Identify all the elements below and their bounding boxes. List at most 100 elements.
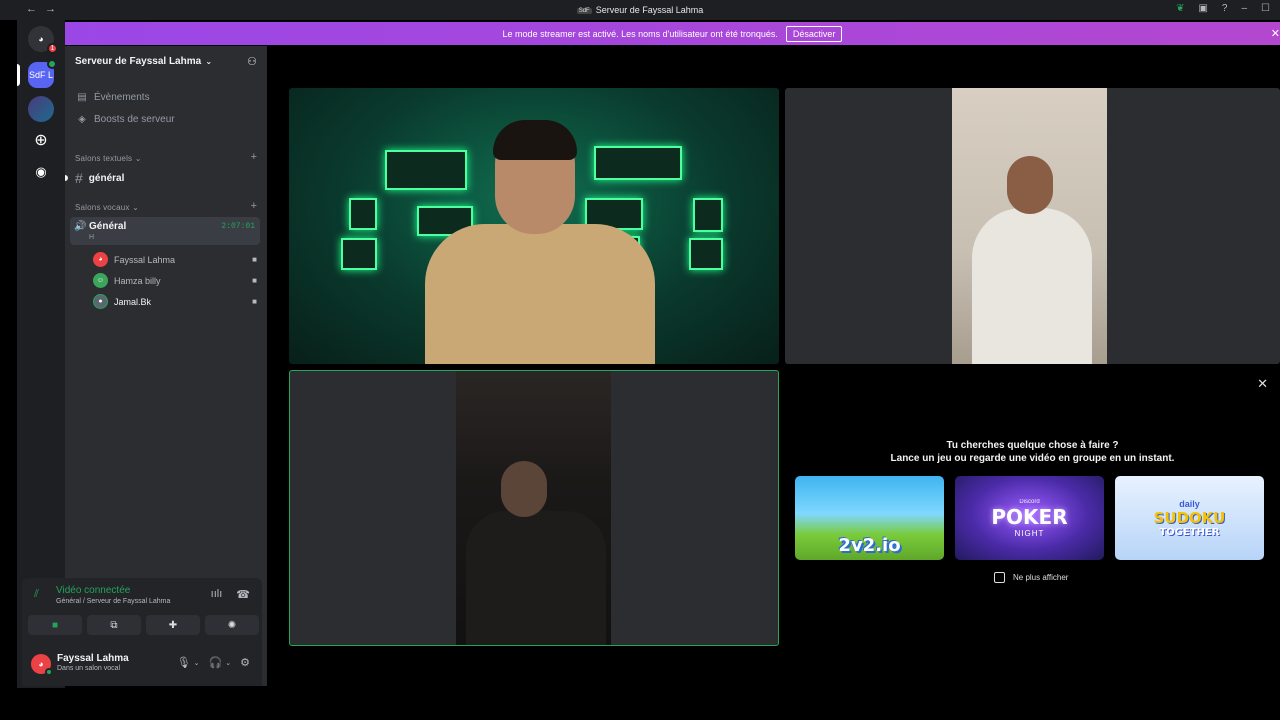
- screen-share-button[interactable]: ⧉: [87, 615, 141, 635]
- close-icon[interactable]: ✕: [1257, 376, 1268, 392]
- voice-member[interactable]: ● Jamal.Bk ■: [93, 294, 257, 309]
- leaf-icon[interactable]: ❦: [1176, 3, 1184, 14]
- disable-streamer-button[interactable]: Désactiver: [785, 25, 843, 42]
- events-label: Évènements: [94, 92, 150, 103]
- voice-member[interactable]: ◕ Fayssal Lahma ■: [93, 252, 257, 267]
- participant-body: [425, 224, 655, 364]
- noise-suppression-icon[interactable]: ıılı: [211, 588, 223, 601]
- dont-show-again[interactable]: Ne plus afficher: [994, 572, 1068, 583]
- text-channels-category[interactable]: Salons textuels ⌄: [75, 154, 142, 163]
- add-server-icon[interactable]: ⊕: [28, 127, 54, 153]
- camera-icon: ■: [51, 619, 59, 631]
- camera-icon: ■: [252, 255, 257, 264]
- bg-screen: [385, 150, 467, 190]
- settings-gear-icon[interactable]: ⚙: [240, 656, 250, 669]
- titlebar-controls: ❦ ▣ ? – ☐: [1176, 3, 1270, 14]
- voice-member[interactable]: ☺ Hamza billy ■: [93, 273, 257, 288]
- selected-server-indicator: [17, 64, 20, 86]
- game-card-sudoku[interactable]: daily SUDOKU TOGETHER: [1115, 476, 1264, 560]
- headphones-icon[interactable]: 🎧: [209, 656, 223, 669]
- microphone-icon[interactable]: 🎙: [177, 656, 191, 669]
- voice-channels-category[interactable]: Salons vocaux ⌄: [75, 203, 139, 212]
- bg-screen: [341, 238, 377, 270]
- user-name: Fayssal Lahma: [57, 653, 129, 664]
- dont-show-checkbox[interactable]: [994, 572, 1005, 583]
- window-title-text: Serveur de Fayssal Lahma: [595, 5, 704, 15]
- text-category-label: Salons textuels: [75, 154, 133, 163]
- online-status-dot: [45, 668, 53, 676]
- create-text-channel-icon[interactable]: +: [251, 151, 257, 163]
- activities-button[interactable]: ✚: [146, 615, 200, 635]
- video-tile-jamal[interactable]: [289, 370, 779, 646]
- streamer-mode-banner: Le mode streamer est activé. Les noms d'…: [65, 22, 1280, 45]
- chevron-down-icon[interactable]: ⌄: [194, 659, 200, 667]
- inbox-icon[interactable]: ▣: [1198, 3, 1207, 14]
- voice-status: Vidéo connectée: [56, 585, 131, 596]
- game-title: POKER: [991, 504, 1068, 529]
- game-card-poker-night[interactable]: Discord POKER NIGHT: [955, 476, 1104, 560]
- avatar: ☺: [93, 273, 108, 288]
- speaker-icon: 🔊: [74, 221, 87, 232]
- game-logo: Discord POKER NIGHT: [991, 499, 1067, 538]
- invite-people-icon[interactable]: ⚇: [247, 55, 257, 68]
- server-name: Serveur de Fayssal Lahma: [75, 56, 202, 67]
- events-item[interactable]: ▤ Évènements: [77, 92, 150, 103]
- channel-general-text[interactable]: # général: [75, 170, 124, 186]
- game-card-2v2io[interactable]: 2v2.io: [795, 476, 944, 560]
- voice-timer: 2:07:01: [221, 222, 255, 231]
- participant-video: [425, 104, 655, 364]
- voice-location[interactable]: Général / Serveur de Fayssal Lahma: [56, 598, 170, 605]
- chevron-down-icon: ⌄: [134, 154, 142, 163]
- server-icon-other[interactable]: [28, 96, 54, 122]
- member-name: Fayssal Lahma: [114, 254, 176, 265]
- activity-title: Tu cherches quelque chose à faire ?: [946, 440, 1119, 451]
- game-title: SUDOKU: [1153, 508, 1226, 527]
- voice-channel-name: Général: [89, 221, 127, 232]
- video-tile-fayssal[interactable]: [289, 88, 779, 364]
- user-panel: ◕ Fayssal Lahma Dans un salon vocal 🎙 ⌄ …: [22, 642, 262, 686]
- camera-button[interactable]: ■: [28, 615, 82, 635]
- window-title: SdF Serveur de Fayssal Lahma: [0, 5, 1280, 15]
- user-status: Dans un salon vocal: [57, 665, 121, 672]
- chevron-down-icon[interactable]: ⌄: [225, 659, 231, 667]
- voice-channel-status: H: [89, 234, 95, 241]
- voice-connection-panel: ⫽ Vidéo connectée Général / Serveur de F…: [22, 578, 262, 642]
- discover-compass-icon[interactable]: ◉: [28, 159, 54, 185]
- calendar-icon: ▤: [77, 92, 87, 103]
- user-avatar[interactable]: ◕: [31, 654, 53, 676]
- title-server-icon: SdF: [576, 8, 592, 14]
- voice-panel-buttons: ■ ⧉ ✚ ✺: [28, 615, 259, 635]
- signal-icon: ⫽: [34, 588, 39, 600]
- text-channel-name: général: [88, 172, 125, 184]
- bg-screen: [693, 198, 723, 232]
- soundboard-button[interactable]: ✺: [205, 615, 259, 635]
- boost-gem-icon: ◈: [78, 114, 86, 125]
- create-voice-channel-icon[interactable]: +: [251, 200, 257, 212]
- camera-icon: ■: [252, 297, 257, 306]
- game-subtitle: TOGETHER: [1159, 526, 1220, 538]
- participant-video: [952, 88, 1107, 364]
- close-icon[interactable]: ✕: [1271, 27, 1280, 40]
- title-bar: ← → SdF Serveur de Fayssal Lahma ❦ ▣ ? – …: [0, 0, 1280, 20]
- voice-channel-general[interactable]: 🔊 Général H 2:07:01: [70, 217, 260, 245]
- boosts-label: Boosts de serveur: [94, 114, 175, 125]
- soundboard-icon: ✺: [227, 619, 237, 631]
- game-logo: daily SUDOKU TOGETHER: [1154, 499, 1226, 538]
- home-button[interactable]: ◕ 1: [28, 26, 58, 54]
- notification-badge: 1: [47, 43, 58, 54]
- help-icon[interactable]: ?: [1222, 3, 1228, 14]
- minimize-icon[interactable]: –: [1241, 3, 1247, 14]
- activities-icon: ✚: [168, 619, 178, 631]
- game-title: 2v2.io: [838, 535, 901, 556]
- dont-show-label: Ne plus afficher: [1013, 573, 1069, 582]
- server-icon-sdf[interactable]: SdF L: [28, 59, 57, 88]
- boosts-item[interactable]: ◈ Boosts de serveur: [77, 114, 175, 125]
- server-header[interactable]: Serveur de Fayssal Lahma ⌄: [75, 56, 212, 67]
- unread-indicator: [65, 175, 68, 181]
- maximize-icon[interactable]: ☐: [1261, 3, 1270, 14]
- game-pretitle: daily: [1179, 498, 1200, 509]
- video-tile-hamza[interactable]: [785, 88, 1280, 364]
- disconnect-icon[interactable]: ☎: [236, 588, 250, 601]
- game-subtitle: NIGHT: [1014, 528, 1045, 538]
- voice-panel-actions: ıılı ☎: [211, 588, 250, 601]
